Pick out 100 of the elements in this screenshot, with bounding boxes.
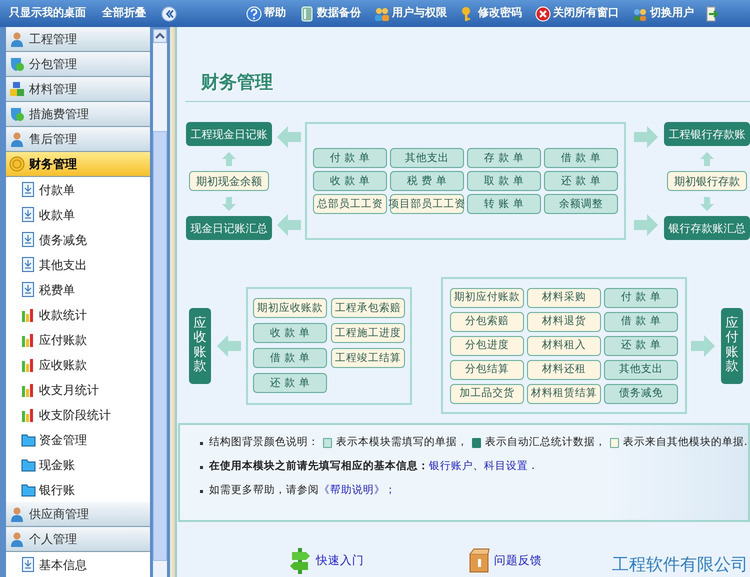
diagram-node[interactable]: 加工品交货 <box>450 384 524 404</box>
person-icon <box>9 531 25 547</box>
legend-text: 表示来自其他模块的单据. <box>623 435 748 450</box>
bullet-icon <box>200 490 203 492</box>
toolbar-button[interactable]: 切换用户 <box>631 5 695 22</box>
toolbar-button[interactable]: 帮助 <box>245 5 287 22</box>
sidebar-group[interactable]: 措施费管理 <box>6 102 150 127</box>
document-icon <box>21 232 37 248</box>
footer-link[interactable]: 快速入门 <box>290 548 364 574</box>
settings-link[interactable]: 银行账户 <box>429 460 473 472</box>
summary-node[interactable]: 应收账款 <box>189 308 211 384</box>
toolbar-button[interactable]: 数据备份 <box>298 5 362 22</box>
left-arrow-icon <box>277 126 301 148</box>
scroll-thumb[interactable] <box>153 131 167 561</box>
diagram-node[interactable]: 分包进度 <box>450 336 524 356</box>
color-swatch-icon <box>472 438 481 448</box>
toolbar-button[interactable]: 修改密码 <box>459 5 523 22</box>
diagram-node[interactable]: 取 款 单 <box>467 171 541 191</box>
toolbar-button[interactable]: 关闭所有窗口 <box>534 5 620 22</box>
toolbar-button[interactable]: 用户与权限 <box>373 5 448 22</box>
diagram-node[interactable]: 期初应付账款 <box>450 288 524 308</box>
database-icon <box>299 6 315 22</box>
diagram-node[interactable]: 期初银行存款 <box>667 171 747 191</box>
diagram-node[interactable]: 总部员工工资 <box>313 194 387 214</box>
help-note: 如需更多帮助，请参阅《帮助说明》； <box>209 483 396 498</box>
diagram-node[interactable]: 材料还租 <box>527 360 601 380</box>
scroll-up-icon[interactable] <box>153 29 167 43</box>
diagram-node[interactable]: 存 款 单 <box>467 148 541 168</box>
diagram-node[interactable]: 余额调整 <box>544 194 618 214</box>
diagram-node[interactable]: 分包索赔 <box>450 312 524 332</box>
color-swatch-icon <box>610 438 619 448</box>
diagram-node[interactable]: 分包结算 <box>450 360 524 380</box>
diagram-node[interactable]: 税 费 单 <box>390 171 464 191</box>
legend-text: 表示自动汇总统计数据， <box>485 435 606 450</box>
setup-note: 在使用本模块之前请先填写相应的基本信息：银行账户、科目设置 . <box>209 459 535 474</box>
diagram-node[interactable]: 材料采购 <box>527 288 601 308</box>
help-icon <box>246 6 262 22</box>
signpost-icon <box>290 548 312 574</box>
settings-link[interactable]: 科目设置 <box>484 460 528 472</box>
scrollbar[interactable] <box>153 29 167 577</box>
diagram-node[interactable]: 收 款 单 <box>313 171 387 191</box>
sidebar-group[interactable]: 供应商管理 <box>6 502 150 527</box>
diagram-node[interactable]: 银行存款账汇总 <box>664 216 750 240</box>
summary-node[interactable]: 应付账款 <box>721 308 743 384</box>
diagram-node[interactable]: 工程竣工结算 <box>331 348 405 368</box>
diagram-node[interactable]: 还 款 单 <box>604 336 678 356</box>
diagram-node[interactable]: 借 款 单 <box>253 348 327 368</box>
blocks-icon <box>9 81 25 97</box>
diagram-node[interactable]: 工程现金日记账 <box>186 122 272 146</box>
toolbar-link[interactable]: 只显示我的桌面 <box>8 5 87 22</box>
collapse-icon[interactable] <box>161 6 177 22</box>
sidebar-group[interactable]: 售后管理 <box>6 127 150 152</box>
up-arrow-icon <box>700 152 714 166</box>
document-icon <box>21 556 37 572</box>
diagram-node[interactable]: 还 款 单 <box>544 171 618 191</box>
coin-icon <box>9 156 25 172</box>
diagram-node[interactable]: 期初现金余额 <box>189 171 269 191</box>
diagram-node[interactable]: 还 款 单 <box>253 373 327 393</box>
diagram-node[interactable]: 借 款 单 <box>544 148 618 168</box>
diagram-node[interactable]: 期初应收账款 <box>253 298 327 318</box>
legend-text: 表示本模块需填写的单据， <box>336 435 468 450</box>
color-swatch-icon <box>323 438 332 448</box>
right-arrow-icon <box>634 126 658 148</box>
folder-icon <box>21 456 37 472</box>
help-link[interactable]: 《帮助说明》； <box>319 484 396 496</box>
diagram-node[interactable]: 付 款 单 <box>604 288 678 308</box>
page-title: 财务管理 <box>201 71 274 95</box>
sidebar-group[interactable]: 财务管理 <box>6 152 150 177</box>
sidebar-group[interactable]: 分包管理 <box>6 52 150 77</box>
toolbar-link[interactable]: 全部折叠 <box>101 5 147 22</box>
person-icon <box>9 131 25 147</box>
footer-link[interactable]: 问题反馈 <box>468 548 542 574</box>
diagram-node[interactable]: 转 账 单 <box>467 194 541 214</box>
package-icon <box>468 548 490 574</box>
down-arrow-icon <box>222 196 236 210</box>
diagram-node[interactable]: 工程银行存款账 <box>664 122 750 146</box>
diagram-node[interactable]: 债务减免 <box>604 384 678 404</box>
shield-icon <box>9 56 25 72</box>
sidebar-group[interactable]: 材料管理 <box>6 77 150 102</box>
sidebar-group[interactable]: 工程管理 <box>6 27 150 52</box>
diagram-node[interactable]: 材料租入 <box>527 336 601 356</box>
diagram-node[interactable]: 材料租赁结算 <box>527 384 601 404</box>
diagram-node[interactable]: 收 款 单 <box>253 323 327 343</box>
diagram-node[interactable]: 其他支出 <box>604 360 678 380</box>
document-icon <box>21 282 37 298</box>
sidebar-group[interactable]: 个人管理 <box>6 527 150 552</box>
diagram-node[interactable]: 付 款 单 <box>313 148 387 168</box>
left-arrow-icon <box>217 334 241 356</box>
down-arrow-icon <box>700 196 714 210</box>
diagram-node[interactable]: 工程施工进度 <box>331 323 405 343</box>
diagram-node[interactable]: 材料退货 <box>527 312 601 332</box>
diagram-node[interactable]: 借 款 单 <box>604 312 678 332</box>
person-icon <box>9 31 25 47</box>
folder-icon <box>21 432 37 448</box>
right-arrow-icon <box>691 334 715 356</box>
diagram-node[interactable]: 现金日记账汇总 <box>186 216 272 240</box>
diagram-node[interactable]: 其他支出 <box>390 148 464 168</box>
exit-icon[interactable] <box>706 6 718 22</box>
diagram-node[interactable]: 工程承包索赔 <box>331 298 405 318</box>
up-arrow-icon <box>222 152 236 166</box>
